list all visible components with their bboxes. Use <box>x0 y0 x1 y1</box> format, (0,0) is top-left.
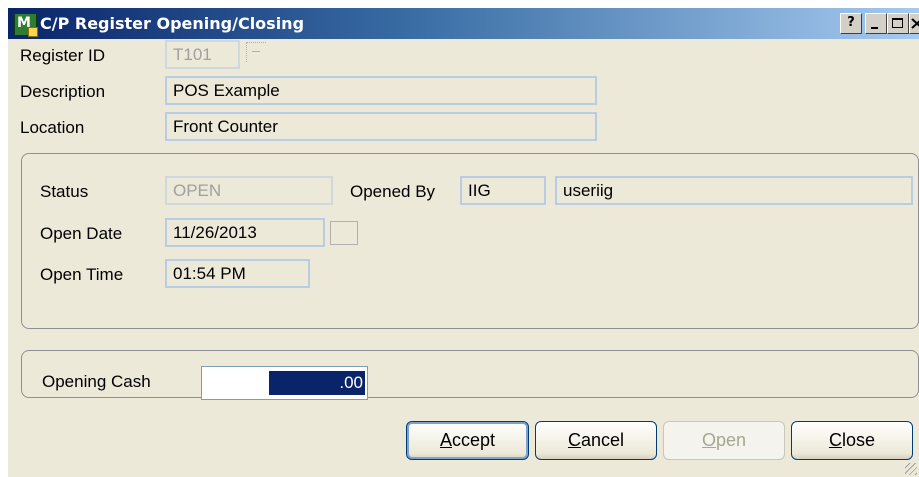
opened-by-code-field[interactable]: IIG <box>460 176 546 205</box>
opened-by-label: Opened By <box>350 182 436 201</box>
minimize-icon[interactable] <box>865 13 887 34</box>
register-id-field[interactable]: T101 <box>165 40 240 69</box>
opening-cash-field[interactable]: .00 <box>201 366 368 400</box>
window-title: C/P Register Opening/Closing <box>40 14 305 33</box>
close-button[interactable]: Close <box>791 421 913 460</box>
register-opening-window: M C/P Register Opening/Closing ? Registe… <box>8 8 919 477</box>
calendar-icon[interactable] <box>330 221 358 245</box>
title-bar[interactable]: M C/P Register Opening/Closing ? <box>8 8 919 39</box>
open-time-field[interactable]: 01:54 PM <box>165 259 310 288</box>
location-field[interactable]: Front Counter <box>165 112 597 141</box>
close-icon[interactable] <box>909 13 919 34</box>
cancel-accel: C <box>567 430 581 450</box>
accept-accel: A <box>439 430 452 450</box>
open-date-field[interactable]: 11/26/2013 <box>165 218 325 247</box>
close-accel: C <box>828 430 842 450</box>
open-button[interactable]: Open <box>663 421 785 460</box>
opened-by-name-field[interactable]: useriig <box>555 176 913 205</box>
accept-label: ccept <box>451 430 496 450</box>
status-label: Status <box>40 182 89 201</box>
status-field[interactable]: OPEN <box>165 176 333 205</box>
location-label: Location <box>20 118 85 137</box>
accept-button[interactable]: Accept <box>406 421 529 460</box>
register-id-label: Register ID <box>20 46 106 65</box>
maximize-icon[interactable] <box>887 13 909 34</box>
help-icon-glyph: ? <box>847 15 855 30</box>
app-icon[interactable]: M <box>14 13 38 37</box>
description-label: Description <box>20 82 106 101</box>
resize-grip-icon[interactable] <box>905 463 917 475</box>
open-date-label: Open Date <box>40 224 123 243</box>
close-label: lose <box>841 430 876 450</box>
open-time-label: Open Time <box>40 265 124 284</box>
opening-cash-label: Opening Cash <box>42 372 151 391</box>
help-icon[interactable]: ? <box>840 13 862 34</box>
open-label: pen <box>715 430 747 450</box>
cash-group <box>21 350 919 398</box>
description-field[interactable]: POS Example <box>165 76 597 105</box>
cancel-button[interactable]: Cancel <box>535 421 657 460</box>
open-accel: O <box>701 430 716 450</box>
cancel-label: ancel <box>580 430 625 450</box>
lookup-icon[interactable] <box>246 42 266 62</box>
opening-cash-value: .00 <box>269 371 365 395</box>
